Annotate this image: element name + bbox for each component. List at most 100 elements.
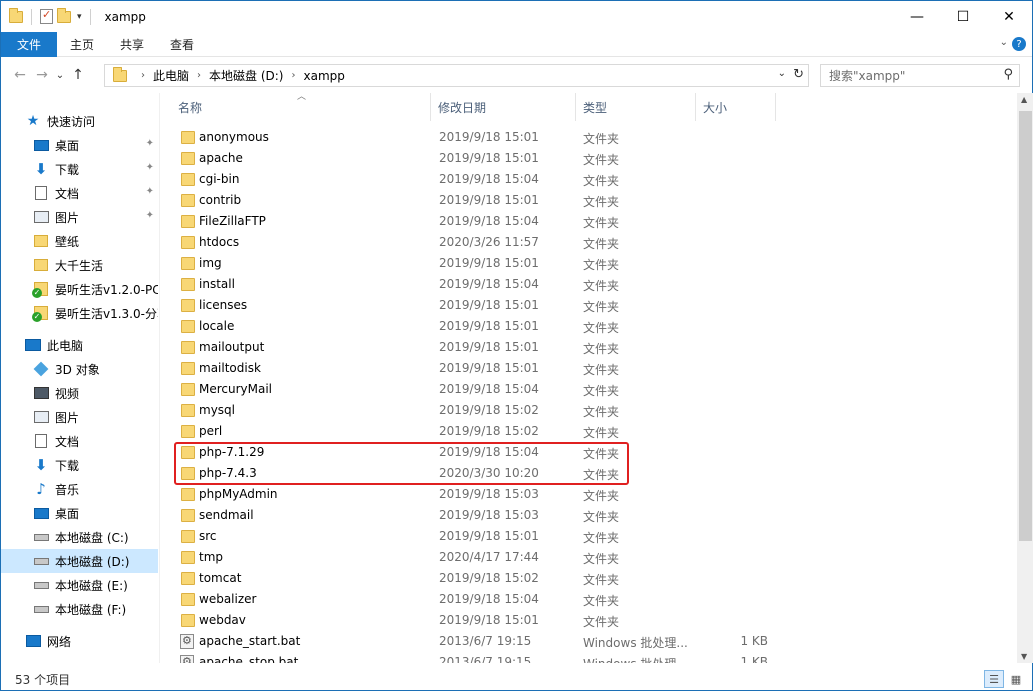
breadcrumb-xampp[interactable]: xampp [303, 69, 344, 83]
sidebar-item[interactable]: ★ 快速访问 [1, 109, 158, 133]
column-divider[interactable] [695, 93, 696, 121]
sidebar-item[interactable]: 图片 [1, 405, 158, 429]
sidebar-item[interactable]: 本地磁盘 (C:) [1, 525, 158, 549]
sidebar-item[interactable]: ⬇ 下载 [1, 453, 158, 477]
view-switcher: ☰ ▦ [984, 670, 1026, 688]
column-header-type[interactable]: 类型 [583, 93, 693, 121]
sidebar-item[interactable]: 3D 对象 [1, 357, 158, 381]
file-row[interactable]: webdav 2019/9/18 15:01 文件夹 [162, 610, 762, 631]
column-header-name[interactable]: 名称 [178, 93, 433, 121]
file-row[interactable]: mailoutput 2019/9/18 15:01 文件夹 [162, 337, 762, 358]
title-bar: ▾ xampp — ☐ ✕ [1, 1, 1032, 32]
file-date: 2019/9/18 15:04 [439, 172, 539, 186]
address-dropdown-icon[interactable]: ⌄ [778, 68, 786, 79]
sidebar-item[interactable]: ⬇ 下载 ✦ [1, 157, 158, 181]
sidebar-item[interactable]: 晏听生活v1.3.0-分享 [1, 301, 158, 325]
breadcrumb-this-pc[interactable]: 此电脑 [153, 67, 189, 84]
sidebar-item[interactable]: 文档 [1, 429, 158, 453]
file-row[interactable]: perl 2019/9/18 15:02 文件夹 [162, 421, 762, 442]
file-row[interactable]: img 2019/9/18 15:01 文件夹 [162, 253, 762, 274]
sidebar-item[interactable]: 此电脑 [1, 333, 158, 357]
chevron-right-icon[interactable]: › [197, 70, 201, 81]
maximize-button[interactable]: ☐ [940, 1, 986, 32]
expand-ribbon-chevron-icon[interactable]: ⌄ [1000, 37, 1008, 48]
file-row[interactable]: apache_stop.bat 2013/6/7 19:15 Windows 批处理… [162, 652, 768, 663]
file-row[interactable]: mailtodisk 2019/9/18 15:01 文件夹 [162, 358, 762, 379]
sidebar-item[interactable]: 本地磁盘 (D:) [1, 549, 158, 573]
column-header-size[interactable]: 大小 [703, 93, 773, 121]
recent-locations-button[interactable]: ⌄ [53, 64, 67, 86]
sidebar-item[interactable]: 晏听生活v1.2.0-PC端 [1, 277, 158, 301]
details-view-icon[interactable]: ☰ [984, 670, 1004, 688]
tab-home[interactable]: 主页 [57, 32, 107, 57]
file-row[interactable]: mysql 2019/9/18 15:02 文件夹 [162, 400, 762, 421]
sidebar-item[interactable]: 本地磁盘 (E:) [1, 573, 158, 597]
column-header-date[interactable]: 修改日期 [438, 93, 578, 121]
computer-icon [25, 338, 41, 352]
sidebar-item[interactable]: 桌面 [1, 501, 158, 525]
file-row[interactable]: php-7.4.3 2020/3/30 10:20 文件夹 [162, 463, 762, 484]
file-row[interactable]: tomcat 2019/9/18 15:02 文件夹 [162, 568, 762, 589]
file-row[interactable]: php-7.1.29 2019/9/18 15:04 文件夹 [162, 442, 762, 463]
address-bar[interactable]: › 此电脑 › 本地磁盘 (D:) › xampp ⌄ ↻ [104, 64, 809, 87]
refresh-icon[interactable]: ↻ [793, 67, 804, 82]
sidebar-item[interactable]: 网络 [1, 629, 158, 653]
sidebar-item[interactable]: 本地磁盘 (F:) [1, 597, 158, 621]
help-icon[interactable]: ? [1012, 37, 1026, 51]
file-row[interactable]: locale 2019/9/18 15:01 文件夹 [162, 316, 762, 337]
properties-icon[interactable] [40, 8, 53, 24]
large-icons-view-icon[interactable]: ▦ [1006, 670, 1026, 688]
column-divider[interactable] [775, 93, 776, 121]
customize-toolbar-chevron-icon[interactable]: ▾ [77, 12, 82, 22]
search-input[interactable]: 搜索"xampp" ⚲ [820, 64, 1020, 87]
breadcrumb-drive-d[interactable]: 本地磁盘 (D:) [209, 67, 283, 84]
file-row[interactable]: webalizer 2019/9/18 15:04 文件夹 [162, 589, 762, 610]
sidebar-item[interactable]: 壁纸 [1, 229, 158, 253]
tab-file[interactable]: 文件 [1, 31, 57, 57]
scrollbar-thumb[interactable] [1019, 111, 1032, 541]
file-row[interactable]: src 2019/9/18 15:01 文件夹 [162, 526, 762, 547]
vertical-scrollbar[interactable]: ▲ ▼ [1017, 93, 1033, 663]
minimize-button[interactable]: — [894, 1, 940, 32]
column-divider[interactable] [575, 93, 576, 121]
forward-button[interactable]: → [31, 64, 53, 86]
chevron-right-icon[interactable]: › [141, 70, 145, 81]
file-type: 文件夹 [583, 174, 620, 188]
sidebar-item[interactable]: 图片 ✦ [1, 205, 158, 229]
file-row[interactable]: htdocs 2020/3/26 11:57 文件夹 [162, 232, 762, 253]
sidebar-item[interactable]: 大千生活 [1, 253, 158, 277]
sidebar-item-label: 桌面 [55, 506, 80, 521]
close-button[interactable]: ✕ [986, 1, 1032, 32]
file-row[interactable]: FileZillaFTP 2019/9/18 15:04 文件夹 [162, 211, 762, 232]
file-type: 文件夹 [583, 258, 620, 272]
file-row[interactable]: MercuryMail 2019/9/18 15:04 文件夹 [162, 379, 762, 400]
tab-share[interactable]: 共享 [107, 32, 157, 57]
pane-splitter[interactable] [159, 93, 160, 663]
file-date: 2019/9/18 15:01 [439, 340, 539, 354]
scroll-up-icon[interactable]: ▲ [1021, 95, 1027, 104]
file-row[interactable]: sendmail 2019/9/18 15:03 文件夹 [162, 505, 762, 526]
tab-view[interactable]: 查看 [157, 32, 207, 57]
file-type: 文件夹 [583, 573, 620, 587]
file-row[interactable]: apache 2019/9/18 15:01 文件夹 [162, 148, 762, 169]
chevron-right-icon[interactable]: › [291, 70, 295, 81]
file-row[interactable]: licenses 2019/9/18 15:01 文件夹 [162, 295, 762, 316]
sidebar-item[interactable]: ♪ 音乐 [1, 477, 158, 501]
file-row[interactable]: contrib 2019/9/18 15:01 文件夹 [162, 190, 762, 211]
search-icon[interactable]: ⚲ [1003, 67, 1013, 82]
column-divider[interactable] [430, 93, 431, 121]
sidebar-item-label: 下载 [55, 458, 80, 473]
sidebar-item[interactable]: 文档 ✦ [1, 181, 158, 205]
file-row[interactable]: install 2019/9/18 15:04 文件夹 [162, 274, 762, 295]
up-button[interactable]: ↑ [67, 64, 89, 86]
sidebar-item[interactable]: 视频 [1, 381, 158, 405]
file-row[interactable]: tmp 2020/4/17 17:44 文件夹 [162, 547, 762, 568]
file-row[interactable]: apache_start.bat 2013/6/7 19:15 Windows 批处… [162, 631, 768, 652]
file-row[interactable]: anonymous 2019/9/18 15:01 文件夹 [162, 127, 762, 148]
back-button[interactable]: ← [9, 64, 31, 86]
scroll-down-icon[interactable]: ▼ [1021, 652, 1027, 661]
file-row[interactable]: phpMyAdmin 2019/9/18 15:03 文件夹 [162, 484, 762, 505]
sidebar-item[interactable]: 桌面 ✦ [1, 133, 158, 157]
new-folder-icon[interactable] [57, 7, 71, 23]
file-row[interactable]: cgi-bin 2019/9/18 15:04 文件夹 [162, 169, 762, 190]
